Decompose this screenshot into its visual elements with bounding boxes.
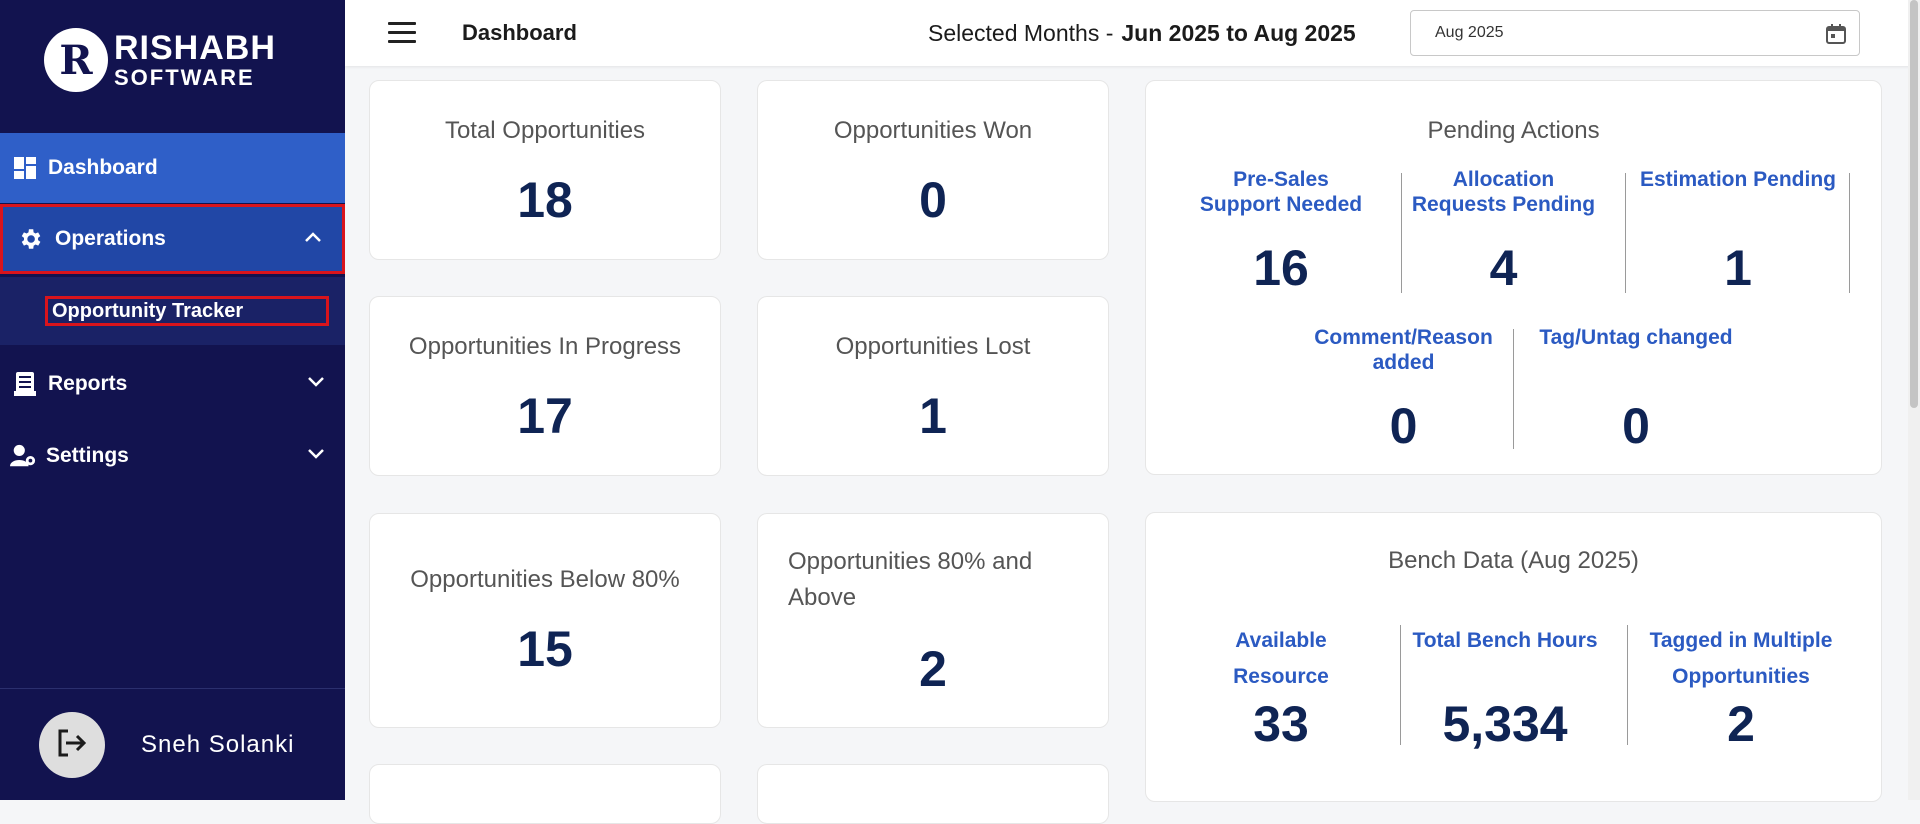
metric-title: Opportunities 80% and Above bbox=[788, 548, 1033, 611]
sidebar-item-settings[interactable]: Settings bbox=[0, 421, 345, 491]
pending-item-label: Allocation Requests Pending bbox=[1411, 168, 1596, 216]
metric-value: 15 bbox=[517, 621, 573, 677]
divider bbox=[1625, 173, 1626, 293]
selected-months-value: Jun 2025 to Aug 2025 bbox=[1121, 20, 1356, 46]
selected-months-label: Selected Months - bbox=[928, 20, 1114, 46]
sidebar-subitem-opportunity-tracker[interactable]: Opportunity Tracker bbox=[45, 296, 329, 326]
pending-item-value: 1 bbox=[1724, 240, 1752, 296]
bench-item-label: Total Bench Hours bbox=[1412, 629, 1598, 652]
sidebar-item-operations[interactable]: Operations bbox=[0, 204, 345, 274]
month-picker-value: Aug 2025 bbox=[1435, 24, 1504, 41]
divider bbox=[1627, 625, 1628, 745]
metric-value: 0 bbox=[919, 172, 947, 228]
bench-item-value: 2 bbox=[1727, 696, 1755, 752]
pending-item-comment[interactable]: Comment/Reason added 0 bbox=[1311, 325, 1496, 455]
metric-card-opportunities-won: Opportunities Won 0 bbox=[757, 80, 1109, 260]
chevron-down-icon[interactable] bbox=[307, 447, 325, 465]
sidebar-item-reports[interactable]: Reports bbox=[0, 349, 345, 419]
page-scrollbar[interactable] bbox=[1908, 0, 1920, 800]
metric-card-opportunities-lost: Opportunities Lost 1 bbox=[757, 296, 1109, 476]
pending-item-value: 0 bbox=[1622, 398, 1650, 454]
divider bbox=[1849, 173, 1850, 293]
sidebar: R RISHABH SOFTWARE Dashboard Operations … bbox=[0, 0, 345, 800]
bench-item-tagged-multiple[interactable]: Tagged in Multiple Opportunities 2 bbox=[1636, 623, 1846, 753]
logo-line-1: RISHABH bbox=[114, 29, 276, 67]
bench-data-title: Bench Data (Aug 2025) bbox=[1388, 547, 1639, 574]
calendar-icon[interactable] bbox=[1825, 23, 1847, 50]
metric-card-opportunities-in-progress: Opportunities In Progress 17 bbox=[369, 296, 721, 476]
sidebar-item-label: Dashboard bbox=[48, 156, 158, 179]
report-icon bbox=[12, 371, 38, 397]
pending-item-tag-untag[interactable]: Tag/Untag changed 0 bbox=[1521, 325, 1751, 455]
sidebar-item-label: Reports bbox=[48, 372, 128, 395]
page-title: Dashboard bbox=[462, 20, 577, 45]
pending-actions-title: Pending Actions bbox=[1427, 117, 1600, 144]
logo-mark: R bbox=[44, 28, 108, 92]
divider bbox=[1513, 329, 1514, 449]
pending-item-label: Pre-Sales Support Needed bbox=[1199, 168, 1363, 216]
pending-item-estimation[interactable]: Estimation Pending 1 bbox=[1634, 167, 1842, 297]
metric-title: Opportunities Lost bbox=[835, 333, 1031, 360]
pending-item-value: 4 bbox=[1489, 240, 1518, 296]
logout-icon bbox=[56, 728, 88, 763]
logo-line-2: SOFTWARE bbox=[114, 65, 255, 90]
pending-item-allocation[interactable]: Allocation Requests Pending 4 bbox=[1411, 167, 1596, 297]
pending-item-label: Estimation Pending bbox=[1639, 168, 1836, 191]
metric-card-opportunities-80-and-above: Opportunities 80% and Above 2 bbox=[757, 513, 1109, 728]
scrollbar-thumb[interactable] bbox=[1910, 0, 1918, 408]
metric-card-opportunities-below-80: Opportunities Below 80% 15 bbox=[369, 513, 721, 728]
user-name: Sneh Solanki bbox=[141, 731, 295, 758]
pending-item-value: 16 bbox=[1253, 240, 1309, 296]
divider bbox=[1400, 625, 1401, 745]
metric-card-partial bbox=[369, 764, 721, 824]
metric-value: 1 bbox=[919, 388, 947, 444]
bench-item-total-bench-hours[interactable]: Total Bench Hours 5,334 bbox=[1410, 623, 1600, 753]
dashboard-icon bbox=[12, 155, 38, 181]
chevron-down-icon[interactable] bbox=[307, 375, 325, 393]
sidebar-item-dashboard[interactable]: Dashboard bbox=[0, 133, 345, 203]
top-bar: Dashboard Selected Months - Jun 2025 to A… bbox=[345, 0, 1920, 66]
pending-item-value: 0 bbox=[1389, 398, 1418, 454]
metric-card-partial bbox=[757, 764, 1109, 824]
pending-actions-card: Pending Actions Pre-Sales Support Needed… bbox=[1145, 80, 1882, 475]
pending-item-presales[interactable]: Pre-Sales Support Needed 16 bbox=[1191, 167, 1371, 297]
metric-title: Opportunities In Progress bbox=[408, 333, 682, 360]
metric-title: Opportunities Below 80% bbox=[410, 566, 680, 593]
metric-card-total-opportunities: Total Opportunities 18 bbox=[369, 80, 721, 260]
gear-icon bbox=[17, 226, 43, 252]
bench-data-card: Bench Data (Aug 2025) Available Resource… bbox=[1145, 512, 1882, 802]
bench-item-value: 33 bbox=[1253, 696, 1309, 752]
bench-item-value: 5,334 bbox=[1442, 696, 1568, 752]
user-panel: Sneh Solanki bbox=[39, 712, 294, 778]
month-picker-input[interactable]: Aug 2025 bbox=[1410, 10, 1860, 56]
logout-button[interactable] bbox=[39, 712, 105, 778]
chevron-up-icon[interactable] bbox=[304, 230, 322, 248]
bench-item-available-resource[interactable]: Available Resource 33 bbox=[1186, 623, 1376, 753]
divider bbox=[0, 688, 345, 689]
metric-value: 18 bbox=[517, 172, 573, 228]
metric-value: 2 bbox=[919, 641, 947, 697]
company-logo[interactable]: R RISHABH SOFTWARE bbox=[44, 28, 276, 92]
metric-title: Total Opportunities bbox=[444, 117, 646, 144]
pending-item-label: Tag/Untag changed bbox=[1539, 326, 1733, 349]
bench-item-label: Tagged in Multiple Opportunities bbox=[1649, 629, 1833, 688]
divider bbox=[1401, 173, 1402, 293]
pending-item-label: Comment/Reason added bbox=[1314, 326, 1493, 374]
sidebar-item-label: Operations bbox=[55, 227, 166, 250]
metric-value: 17 bbox=[517, 388, 573, 444]
user-settings-icon bbox=[10, 443, 36, 469]
metric-title: Opportunities Won bbox=[833, 117, 1033, 144]
menu-icon[interactable] bbox=[388, 22, 416, 44]
selected-months: Selected Months - Jun 2025 to Aug 2025 bbox=[928, 20, 1356, 47]
bench-item-label: Available Resource bbox=[1233, 629, 1329, 688]
sidebar-item-label: Settings bbox=[46, 444, 129, 467]
